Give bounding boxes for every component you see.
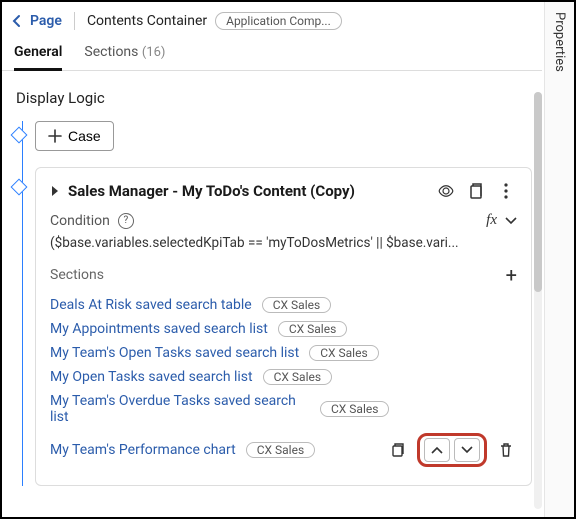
rail-node-icon — [11, 127, 28, 144]
copy-icon[interactable] — [465, 180, 487, 202]
tab-sections-count: (16) — [142, 45, 166, 60]
section-tag: CX Sales — [320, 401, 389, 417]
section-tag: CX Sales — [278, 321, 347, 337]
case-button-label: Case — [68, 128, 101, 144]
reorder-highlight — [417, 433, 487, 467]
breadcrumb-page[interactable]: Page — [30, 13, 62, 29]
section-link[interactable]: My Team's Open Tasks saved search list — [50, 345, 299, 361]
expand-icon[interactable] — [50, 185, 60, 197]
condition-expression[interactable]: ($base.variables.selectedKpiTab == 'myTo… — [50, 235, 517, 251]
tab-sections[interactable]: Sections (16) — [84, 44, 165, 68]
section-link[interactable]: My Appointments saved search list — [50, 321, 268, 337]
section-item: My Team's Performance chart CX Sales — [50, 429, 517, 471]
tab-general[interactable]: General — [14, 44, 62, 71]
section-link[interactable]: My Team's Overdue Tasks saved search lis… — [50, 393, 310, 425]
scrollbar[interactable] — [534, 92, 542, 509]
move-down-button[interactable] — [454, 438, 480, 462]
rail-node-icon — [11, 179, 28, 196]
section-item: My Team's Overdue Tasks saved search lis… — [50, 389, 517, 429]
properties-label: Properties — [552, 12, 567, 72]
breadcrumb: Page Contents Container Application Comp… — [2, 10, 542, 40]
section-link[interactable]: Deals At Risk saved search table — [50, 297, 252, 313]
back-chevron-icon[interactable] — [12, 14, 22, 28]
scroll-thumb[interactable] — [534, 92, 542, 292]
fx-label[interactable]: fx — [486, 212, 497, 229]
tab-sections-label: Sections — [84, 44, 138, 60]
move-up-button[interactable] — [424, 438, 450, 462]
help-icon[interactable]: ? — [118, 213, 134, 229]
section-tag: CX Sales — [262, 297, 331, 313]
section-item: My Open Tasks saved search list CX Sales — [50, 365, 517, 389]
properties-rail[interactable]: Properties — [544, 2, 574, 517]
visibility-icon[interactable] — [435, 180, 457, 202]
delete-icon[interactable] — [495, 439, 517, 461]
condition-dropdown-icon[interactable] — [505, 217, 517, 225]
breadcrumb-container: Contents Container — [87, 13, 207, 29]
section-item: Deals At Risk saved search table CX Sale… — [50, 293, 517, 317]
duplicate-icon[interactable] — [387, 439, 409, 461]
section-tag: CX Sales — [309, 345, 378, 361]
breadcrumb-chip[interactable]: Application Comp... — [215, 12, 342, 30]
more-icon[interactable] — [495, 180, 517, 202]
breadcrumb-separator — [74, 12, 75, 30]
add-case-button[interactable]: Case — [35, 121, 114, 151]
tabs: General Sections (16) — [2, 40, 542, 71]
section-item: My Team's Open Tasks saved search list C… — [50, 341, 517, 365]
add-section-button[interactable]: + — [506, 265, 517, 285]
section-tag: CX Sales — [246, 442, 315, 458]
section-link[interactable]: My Open Tasks saved search list — [50, 369, 253, 385]
case-card: Sales Manager - My ToDo's Content (Copy)… — [35, 167, 532, 486]
display-logic-heading: Display Logic — [16, 89, 532, 107]
sections-label: Sections — [50, 267, 104, 283]
condition-label: Condition — [50, 213, 110, 229]
section-item: My Appointments saved search list CX Sal… — [50, 317, 517, 341]
case-title: Sales Manager - My ToDo's Content (Copy) — [68, 182, 427, 200]
plus-icon — [48, 129, 62, 143]
section-tag: CX Sales — [263, 369, 332, 385]
section-link[interactable]: My Team's Performance chart — [50, 442, 236, 458]
